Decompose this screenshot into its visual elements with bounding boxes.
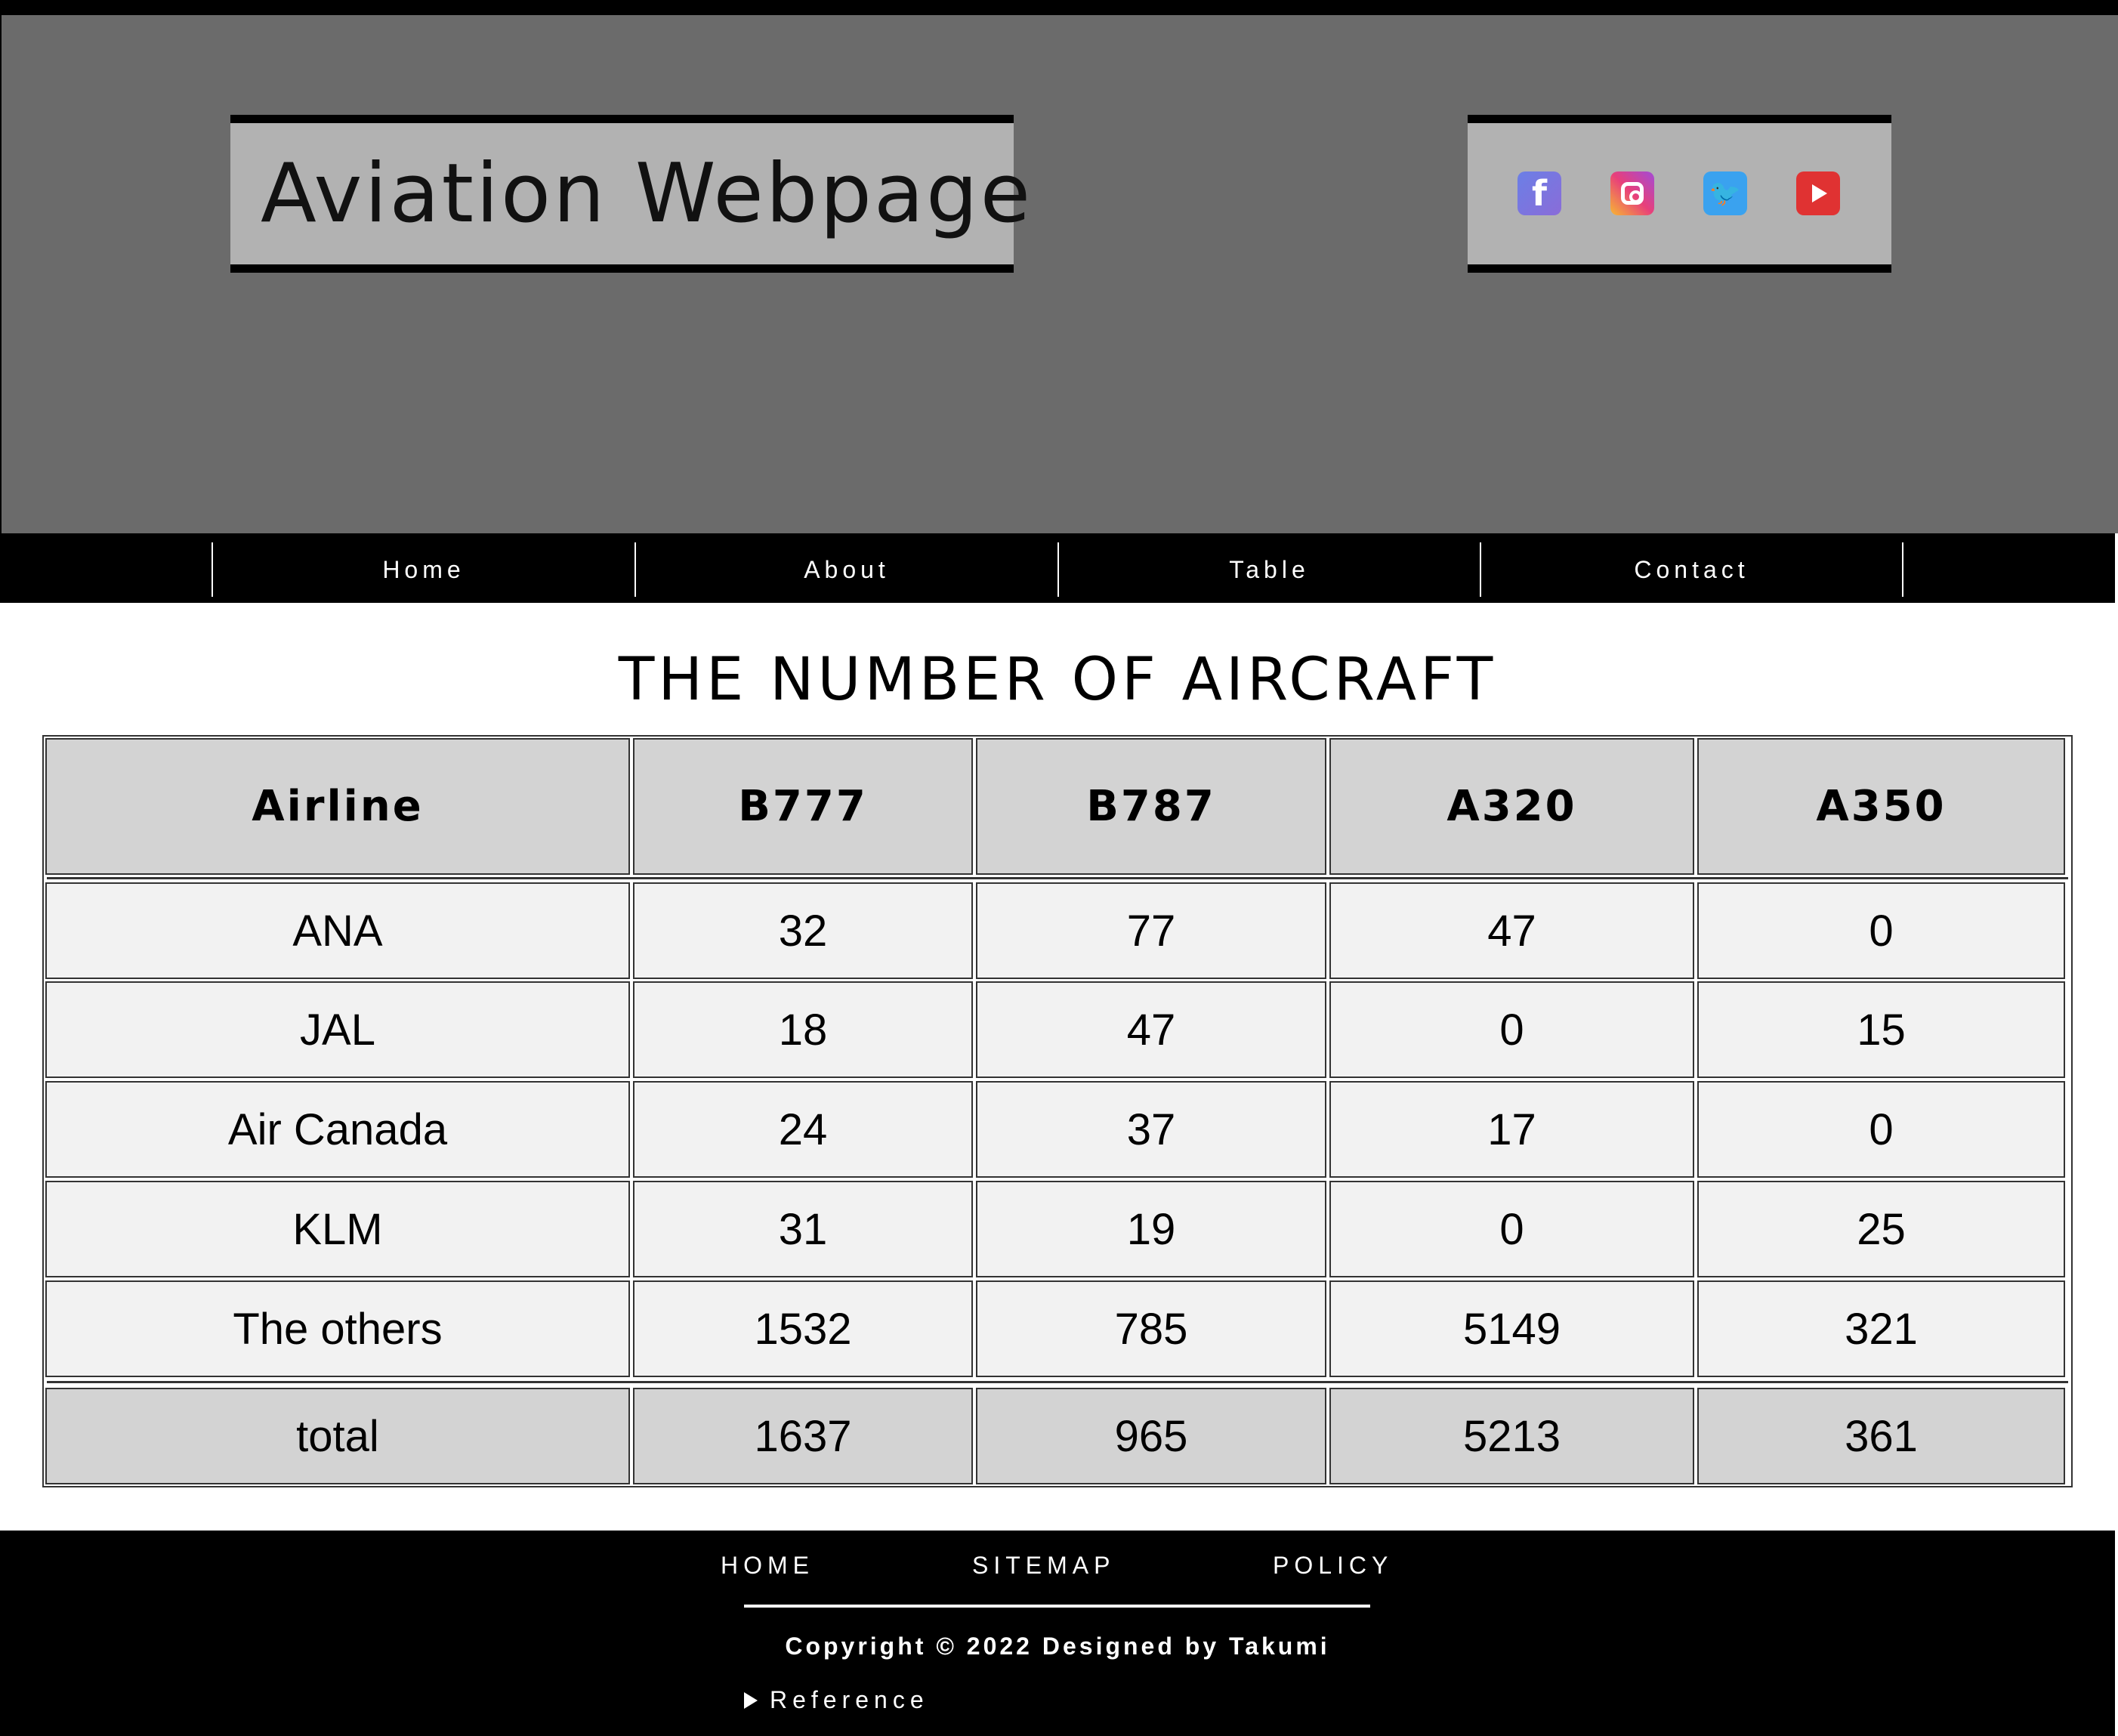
facebook-icon[interactable]: f xyxy=(1517,171,1561,215)
site-header: Aviation Webpage f 🐦 xyxy=(0,0,2118,533)
nav-about[interactable]: About xyxy=(636,542,1057,597)
nav-divider xyxy=(1902,542,1903,597)
disclosure-triangle-icon xyxy=(744,1691,758,1709)
table-cell: 25 xyxy=(1697,1181,2065,1277)
table-section-rule xyxy=(47,877,2068,879)
footer-link-home[interactable]: HOME xyxy=(721,1552,814,1580)
footer-link-sitemap[interactable]: SITEMAP xyxy=(972,1552,1115,1580)
table-cell: 18 xyxy=(633,981,973,1078)
table-total-cell: 361 xyxy=(1697,1388,2065,1484)
table-cell: 77 xyxy=(976,882,1326,979)
table-header-cell: A320 xyxy=(1329,738,1694,875)
table-header-cell: Airline xyxy=(45,738,630,875)
table-total-label: total xyxy=(45,1388,630,1484)
table-cell: 0 xyxy=(1697,882,2065,979)
table-cell: 785 xyxy=(976,1280,1326,1377)
main-nav: Home About Table Contact xyxy=(0,533,2115,603)
social-links: f 🐦 xyxy=(1468,115,1891,273)
table-cell: 0 xyxy=(1329,1181,1694,1277)
nav-contact[interactable]: Contact xyxy=(1481,542,1902,597)
page-heading: THE NUMBER OF AIRCRAFT xyxy=(618,646,1497,714)
table-cell: 321 xyxy=(1697,1280,2065,1377)
table-cell: 1532 xyxy=(633,1280,973,1377)
site-footer: HOME SITEMAP POLICY Copyright © 2022 Des… xyxy=(0,1531,2115,1736)
table-row-label: The others xyxy=(45,1280,630,1377)
table-row-label: KLM xyxy=(45,1181,630,1277)
table-section-rule xyxy=(47,1381,2068,1383)
table-cell: 32 xyxy=(633,882,973,979)
table-header-cell: B777 xyxy=(633,738,973,875)
footer-link-policy[interactable]: POLICY xyxy=(1273,1552,1393,1580)
table-cell: 24 xyxy=(633,1081,973,1178)
reference-label: Reference xyxy=(770,1686,929,1713)
table-header-cell: A350 xyxy=(1697,738,2065,875)
youtube-icon[interactable] xyxy=(1796,171,1840,215)
site-title: Aviation Webpage xyxy=(261,147,1033,241)
nav-table[interactable]: Table xyxy=(1059,542,1480,597)
table-row-label: ANA xyxy=(45,882,630,979)
table-total-cell: 965 xyxy=(976,1388,1326,1484)
table-cell: 15 xyxy=(1697,981,2065,1078)
table-total-cell: 1637 xyxy=(633,1388,973,1484)
table-cell: 17 xyxy=(1329,1081,1694,1178)
footer-divider xyxy=(744,1605,1370,1608)
table-row-label: JAL xyxy=(45,981,630,1078)
facebook-glyph: f xyxy=(1531,173,1547,214)
table-cell: 47 xyxy=(1329,882,1694,979)
table-total-cell: 5213 xyxy=(1329,1388,1694,1484)
reference-toggle[interactable]: Reference xyxy=(744,1686,929,1714)
table-cell: 19 xyxy=(976,1181,1326,1277)
table-cell: 0 xyxy=(1329,981,1694,1078)
instagram-camera-glyph xyxy=(1621,182,1644,205)
table-row-label: Air Canada xyxy=(45,1081,630,1178)
nav-home[interactable]: Home xyxy=(213,542,634,597)
twitter-glyph: 🐦 xyxy=(1709,178,1742,209)
table-cell: 47 xyxy=(976,981,1326,1078)
table-cell: 0 xyxy=(1697,1081,2065,1178)
table-cell: 5149 xyxy=(1329,1280,1694,1377)
copyright-text: Copyright © 2022 Designed by Takumi xyxy=(785,1633,1330,1660)
twitter-icon[interactable]: 🐦 xyxy=(1703,171,1747,215)
instagram-icon[interactable] xyxy=(1610,171,1654,215)
table-cell: 37 xyxy=(976,1081,1326,1178)
youtube-play-glyph xyxy=(1812,184,1827,202)
title-box: Aviation Webpage xyxy=(230,115,1030,273)
table-header-cell: B787 xyxy=(976,738,1326,875)
page: Aviation Webpage f 🐦 Home About Table Co… xyxy=(0,0,2118,1736)
table-cell: 31 xyxy=(633,1181,973,1277)
